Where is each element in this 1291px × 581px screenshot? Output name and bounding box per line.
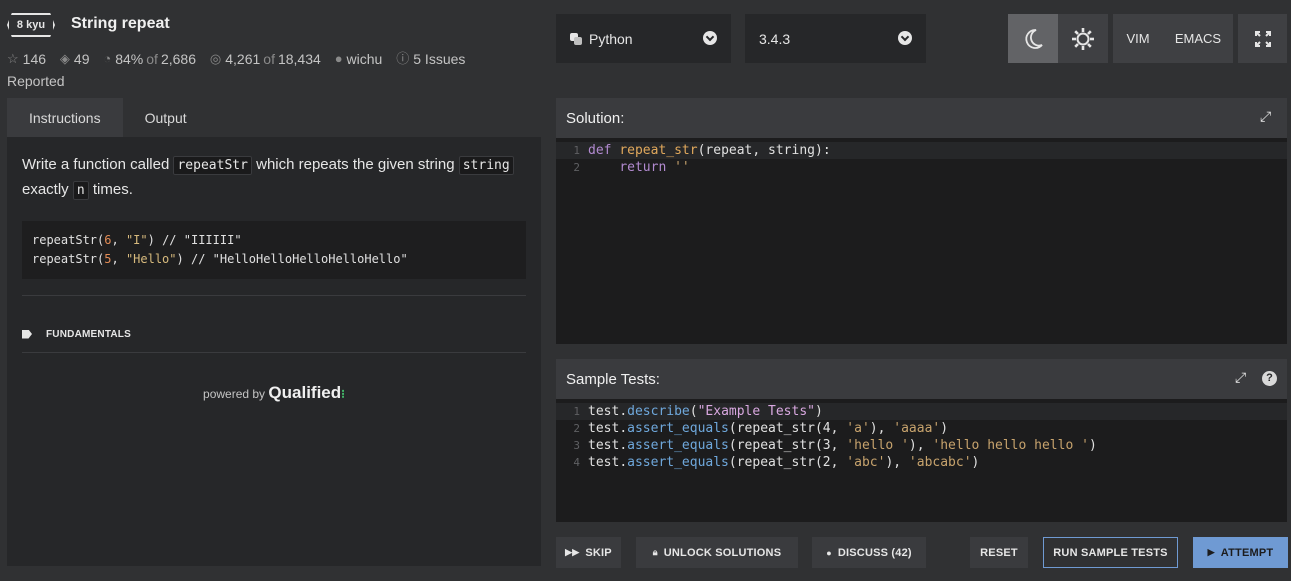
qualified-logo: Qualified xyxy=(268,383,342,402)
lock-icon: 🔒︎ xyxy=(652,547,658,557)
dark-theme-button[interactable] xyxy=(1008,14,1058,63)
kyu-badge: 8 kyu xyxy=(7,13,55,37)
sample-tests-header: Sample Tests: xyxy=(556,359,1287,399)
chevron-down-icon xyxy=(898,31,912,45)
gauge-icon: ◔ xyxy=(103,51,112,66)
layers-icon: ◈ xyxy=(59,51,70,66)
info-icon: ⓘ xyxy=(396,51,410,66)
satisfaction-stat: ◔ 84% of 2,686 xyxy=(103,48,196,70)
gear-icon xyxy=(1072,27,1094,50)
header: 8 kyu String repeat ☆ 146 ◈ 49 ◔ 84% of 2,686… xyxy=(0,0,1291,98)
fast-forward-icon: ▶▶ xyxy=(565,547,580,557)
solution-header: Solution: xyxy=(556,98,1287,138)
reset-button[interactable]: RESET xyxy=(970,537,1028,568)
language-select[interactable]: Python xyxy=(556,14,731,63)
example-code-block: repeatStr(6, "I") // "IIIIII" repeatStr(… xyxy=(22,221,526,279)
tab-output[interactable]: Output xyxy=(123,98,209,137)
inline-code: n xyxy=(72,181,89,200)
divider xyxy=(22,352,526,353)
powered-by-qualified[interactable]: powered by Qualified⁝ xyxy=(7,383,541,403)
completed-stat: ◎ 4,261 of 18,434 xyxy=(210,48,321,70)
skip-button[interactable]: ▶▶ SKIP xyxy=(556,537,621,568)
unlock-solutions-button[interactable]: 🔒︎ UNLOCK SOLUTIONS xyxy=(636,537,798,568)
run-sample-tests-button[interactable]: RUN SAMPLE TESTS xyxy=(1043,537,1178,568)
author-stat[interactable]: ● wichu xyxy=(335,48,383,70)
emacs-mode-button[interactable]: EMACS xyxy=(1163,14,1233,63)
star-icon: ☆ xyxy=(7,51,19,66)
code-line: 1 def repeat_str(repeat, string): xyxy=(556,142,1287,159)
fullscreen-button[interactable] xyxy=(1238,14,1287,63)
issues-reported-label: Reported xyxy=(7,73,65,89)
tab-instructions[interactable]: Instructions xyxy=(7,98,123,137)
kata-stats: ☆ 146 ◈ 49 ◔ 84% of 2,686 ◎ 4,261 of 18,434 ● wic… xyxy=(7,47,527,92)
vim-mode-button[interactable]: VIM xyxy=(1113,14,1163,63)
tag-fundamentals[interactable]: FUNDAMENTALS xyxy=(46,329,131,340)
stars-stat[interactable]: ☆ 146 xyxy=(7,48,46,70)
play-icon: ▶ xyxy=(1207,547,1215,557)
code-line: 2 return '' xyxy=(573,160,690,175)
solution-editor[interactable]: 1 def repeat_str(repeat, string): 2 retur… xyxy=(556,138,1287,344)
light-theme-button[interactable] xyxy=(1058,14,1108,63)
issues-stat[interactable]: ⓘ 5 Issues xyxy=(396,48,465,70)
chevron-down-icon xyxy=(703,31,717,45)
code-line: 2 test.assert_equals(repeat_str(4, 'a'), … xyxy=(573,421,949,436)
tag-icon xyxy=(22,329,32,339)
python-icon xyxy=(570,32,582,45)
collections-stat[interactable]: ◈ 49 xyxy=(60,48,90,70)
instructions-panel: Instructions Output Write a function cal… xyxy=(7,98,541,566)
sample-tests-editor[interactable]: 1 test.describe("Example Tests") 2 test.as… xyxy=(556,399,1287,522)
kata-tags: FUNDAMENTALS xyxy=(7,296,541,352)
inline-code: repeatStr xyxy=(173,156,252,175)
user-icon: ● xyxy=(334,51,343,66)
kata-title: String repeat xyxy=(71,15,170,32)
attempt-button[interactable]: ▶ ATTEMPT xyxy=(1193,537,1288,568)
kata-description: Write a function called repeatStr which … xyxy=(7,137,541,203)
code-line: 1 test.describe("Example Tests") xyxy=(556,403,1287,420)
target-icon: ◎ xyxy=(209,51,222,66)
qualified-dots-icon: ⁝ xyxy=(341,387,345,401)
expand-tests-icon[interactable] xyxy=(1235,369,1248,386)
comments-icon: ● xyxy=(826,547,832,558)
help-icon[interactable]: ? xyxy=(1262,371,1277,386)
panel-tabs: Instructions Output xyxy=(7,98,541,137)
discuss-button[interactable]: ● DISCUSS (42) xyxy=(812,537,926,568)
version-select[interactable]: 3.4.3 xyxy=(745,14,926,63)
moon-icon xyxy=(1025,28,1043,49)
expand-solution-icon[interactable] xyxy=(1260,108,1273,125)
inline-code: string xyxy=(458,156,514,175)
code-line: 4 test.assert_equals(repeat_str(2, 'abc')… xyxy=(573,455,980,470)
expand-icon xyxy=(1254,30,1271,47)
code-line: 3 test.assert_equals(repeat_str(3, 'hello… xyxy=(573,438,1097,453)
